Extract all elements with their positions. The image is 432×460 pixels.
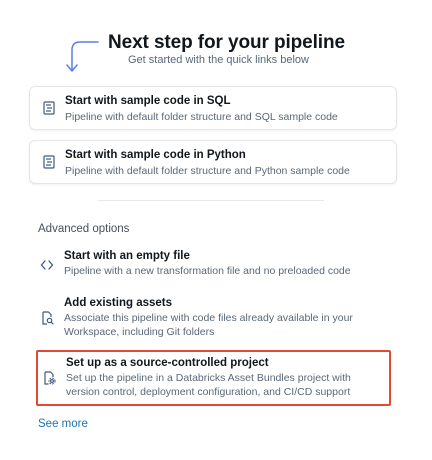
quick-link-sql-card[interactable]: Start with sample code in SQL Pipeline w…: [29, 86, 397, 130]
see-more-link[interactable]: See more: [38, 418, 88, 430]
code-file-icon: [43, 101, 55, 115]
section-divider: [98, 200, 324, 201]
option-source-controlled-project[interactable]: Set up as a source-controlled project Se…: [36, 357, 390, 401]
option-description: Pipeline with a new transformation file …: [64, 265, 351, 277]
option-title: Set up as a source-controlled project: [66, 357, 269, 369]
file-gear-icon: [44, 371, 56, 385]
page-subtitle: Get started with the quick links below: [128, 54, 309, 66]
card-title: Start with sample code in SQL: [65, 95, 231, 107]
option-title: Add existing assets: [64, 297, 173, 309]
option-description: Associate this pipeline with code files …: [64, 312, 353, 338]
advanced-options-heading: Advanced options: [38, 223, 130, 235]
card-description: Pipeline with default folder structure a…: [65, 111, 338, 123]
option-title: Start with an empty file: [64, 250, 190, 262]
option-empty-file[interactable]: Start with an empty file Pipeline with a…: [36, 250, 390, 280]
page-title: Next step for your pipeline: [108, 32, 345, 53]
file-search-icon: [42, 311, 54, 325]
quick-link-python-card[interactable]: Start with sample code in Python Pipelin…: [29, 140, 397, 184]
curved-arrow-icon: [66, 41, 99, 72]
code-brackets-icon: [40, 260, 54, 270]
option-add-existing-assets[interactable]: Add existing assets Associate this pipel…: [36, 297, 390, 341]
card-description: Pipeline with default folder structure a…: [65, 165, 350, 177]
card-title: Start with sample code in Python: [65, 149, 246, 161]
code-file-icon: [43, 155, 55, 169]
option-description: Set up the pipeline in a Databricks Asse…: [66, 372, 351, 398]
